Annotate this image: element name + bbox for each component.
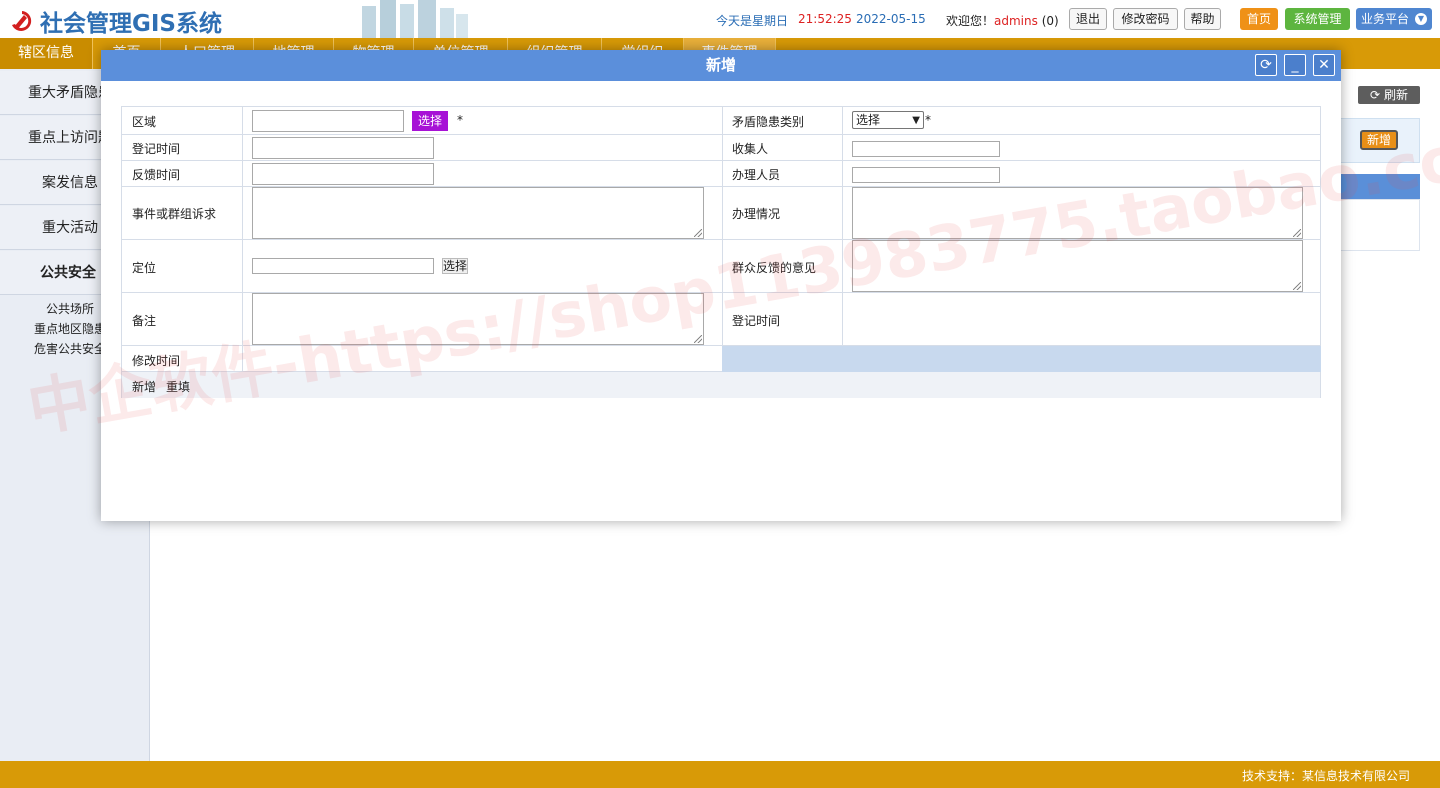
register-time-input[interactable]	[252, 137, 434, 159]
feedback-time-input[interactable]	[252, 163, 434, 185]
reset-button[interactable]: 重填	[166, 378, 190, 395]
public-feedback-textarea[interactable]	[852, 240, 1303, 292]
username[interactable]: admins	[994, 14, 1038, 28]
feedback-time-label: 反馈时间	[132, 168, 181, 182]
current-date: 2022-05-15	[856, 12, 926, 26]
logout-button[interactable]: 退出	[1069, 8, 1107, 30]
conflict-type-select[interactable]: 选择 ▼	[852, 111, 924, 129]
logo: 社会管理GIS系统	[8, 4, 222, 38]
day-of-week: 今天是星期日	[716, 14, 789, 28]
location-label: 定位	[132, 261, 157, 275]
register-time2-label: 登记时间	[732, 314, 781, 328]
system-admin-button[interactable]: 系统管理	[1285, 8, 1350, 30]
required-mark: *	[925, 113, 931, 127]
sidebar-subitem-key-area-risks[interactable]: 重点地区隐患	[34, 320, 106, 337]
refresh-label: 刷新	[1383, 88, 1408, 102]
location-select-button[interactable]: 选择	[442, 258, 468, 274]
divider	[122, 134, 1320, 135]
close-icon[interactable]: ✕	[1313, 54, 1335, 76]
event-textarea[interactable]	[252, 187, 704, 239]
refresh-button[interactable]: ⟳ 刷新	[1358, 86, 1420, 104]
location-input[interactable]	[252, 258, 434, 274]
event-label: 事件或群组诉求	[132, 207, 217, 221]
region-input[interactable]	[252, 110, 404, 132]
region-label: 区域	[132, 115, 157, 129]
chevron-down-icon: ▼	[912, 115, 920, 126]
add-dialog: 新增 ⟳ _ ✕ 区域 选择 * 矛盾隐患类别 选择 ▼ * 登记时间 收集人	[101, 50, 1341, 521]
help-button[interactable]: 帮助	[1184, 8, 1221, 30]
user-count: (0)	[1041, 14, 1059, 28]
chevron-down-icon: ▼	[1415, 13, 1427, 25]
divider	[842, 107, 843, 346]
remark-textarea[interactable]	[252, 293, 704, 345]
add-form: 区域 选择 * 矛盾隐患类别 选择 ▼ * 登记时间 收集人 反馈时间 办理人员…	[121, 106, 1321, 398]
bg-add-button[interactable]: 新增	[1360, 130, 1398, 150]
home-button[interactable]: 首页	[1240, 8, 1278, 30]
table-body	[1340, 199, 1420, 251]
conflict-type-label: 矛盾隐患类别	[732, 115, 805, 129]
clock-time: 21:52:25	[798, 12, 852, 26]
region-select-button[interactable]: 选择	[412, 111, 448, 131]
handling-textarea[interactable]	[852, 187, 1303, 239]
collector-label: 收集人	[732, 142, 769, 156]
handler-input[interactable]	[852, 167, 1000, 183]
submit-add-button[interactable]: 新增	[132, 378, 156, 395]
modify-time-label: 修改时间	[132, 354, 181, 368]
change-password-button[interactable]: 修改密码	[1113, 8, 1178, 30]
public-feedback-label: 群众反馈的意见	[732, 261, 817, 275]
handling-label: 办理情况	[732, 207, 781, 221]
sidebar-subitem-public-places[interactable]: 公共场所	[46, 300, 94, 317]
form-actions: 新增 重填	[122, 372, 1320, 398]
collector-input[interactable]	[852, 141, 1000, 157]
minimize-icon[interactable]: _	[1284, 54, 1306, 76]
welcome-text: 欢迎您！admins (0)	[946, 12, 1059, 29]
conflict-type-value: 选择	[856, 113, 881, 127]
handler-label: 办理人员	[732, 168, 781, 182]
buildings-image	[362, 0, 468, 38]
refresh-icon: ⟳	[1370, 88, 1381, 102]
party-emblem-icon	[8, 7, 36, 35]
required-mark: *	[457, 113, 463, 127]
sidebar-subitem-public-safety-threats[interactable]: 危害公共安全	[34, 340, 106, 357]
register-time-label: 登记时间	[132, 142, 181, 156]
divider	[122, 160, 1320, 161]
app-header: 社会管理GIS系统 今天是星期日 21:52:25 2022-05-15 欢迎您…	[0, 0, 1440, 38]
reload-icon[interactable]: ⟳	[1255, 54, 1277, 76]
app-title: 社会管理GIS系统	[40, 11, 223, 37]
dialog-titlebar[interactable]: 新增 ⟳ _ ✕	[101, 50, 1341, 81]
business-platform-label: 业务平台	[1361, 12, 1410, 26]
app-footer: 技术支持：某信息技术有限公司	[0, 761, 1440, 788]
table-header	[1340, 174, 1420, 199]
remark-label: 备注	[132, 314, 157, 328]
tech-support-text: 技术支持：某信息技术有限公司	[1241, 769, 1410, 783]
nav-tab-district[interactable]: 辖区信息	[0, 38, 93, 69]
business-platform-dropdown[interactable]: 业务平台 ▼	[1356, 8, 1432, 30]
welcome-prefix: 欢迎您！	[946, 14, 995, 28]
modify-time-filler	[722, 346, 1321, 372]
dialog-title: 新增	[705, 56, 736, 74]
